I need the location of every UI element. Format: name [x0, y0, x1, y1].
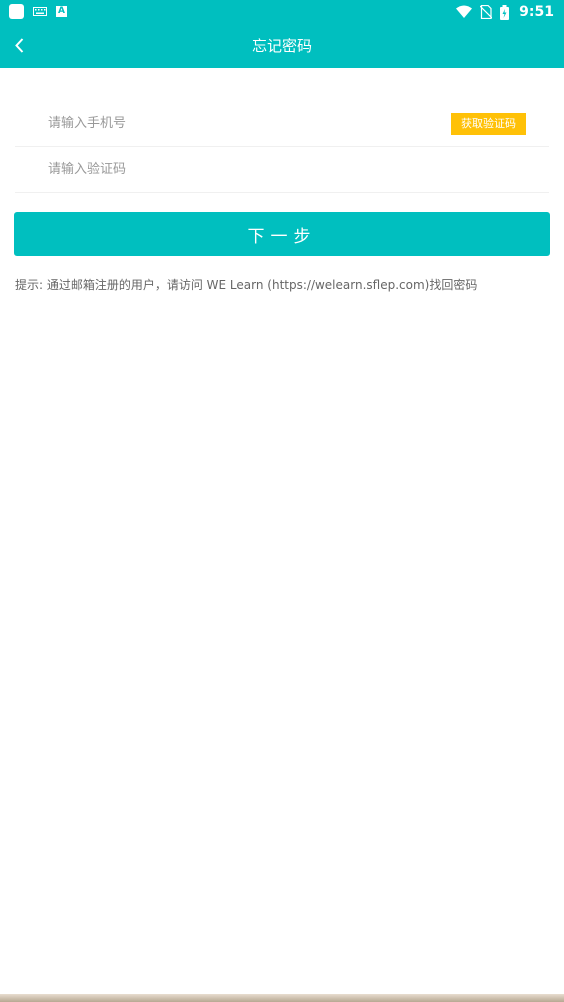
no-sim-icon	[480, 5, 493, 19]
status-right-icons: 9:51	[456, 3, 554, 21]
battery-charging-icon	[500, 4, 510, 20]
status-bar: A 9:51	[0, 0, 564, 24]
wifi-icon	[456, 5, 473, 19]
get-code-button[interactable]: 获取验证码	[451, 113, 526, 135]
keyboard-icon	[33, 7, 47, 16]
back-button[interactable]	[8, 32, 36, 60]
code-field-row	[15, 147, 549, 193]
page-title: 忘记密码	[251, 37, 312, 55]
status-time: 9:51	[519, 4, 554, 20]
a-icon: A	[56, 6, 67, 17]
app-bar: 忘记密码	[0, 24, 564, 68]
bottom-edge	[0, 994, 564, 1002]
phone-field-row: 获取验证码	[15, 101, 549, 147]
verification-code-input[interactable]	[48, 147, 428, 192]
chevron-left-icon	[8, 32, 36, 60]
status-left-icons: A	[9, 4, 67, 19]
app-icon	[9, 4, 24, 19]
next-step-button[interactable]: 下一步	[14, 212, 550, 256]
phone-input[interactable]	[48, 101, 428, 146]
hint-text: 提示: 通过邮箱注册的用户，请访问 WE Learn (https://wele…	[15, 278, 478, 292]
